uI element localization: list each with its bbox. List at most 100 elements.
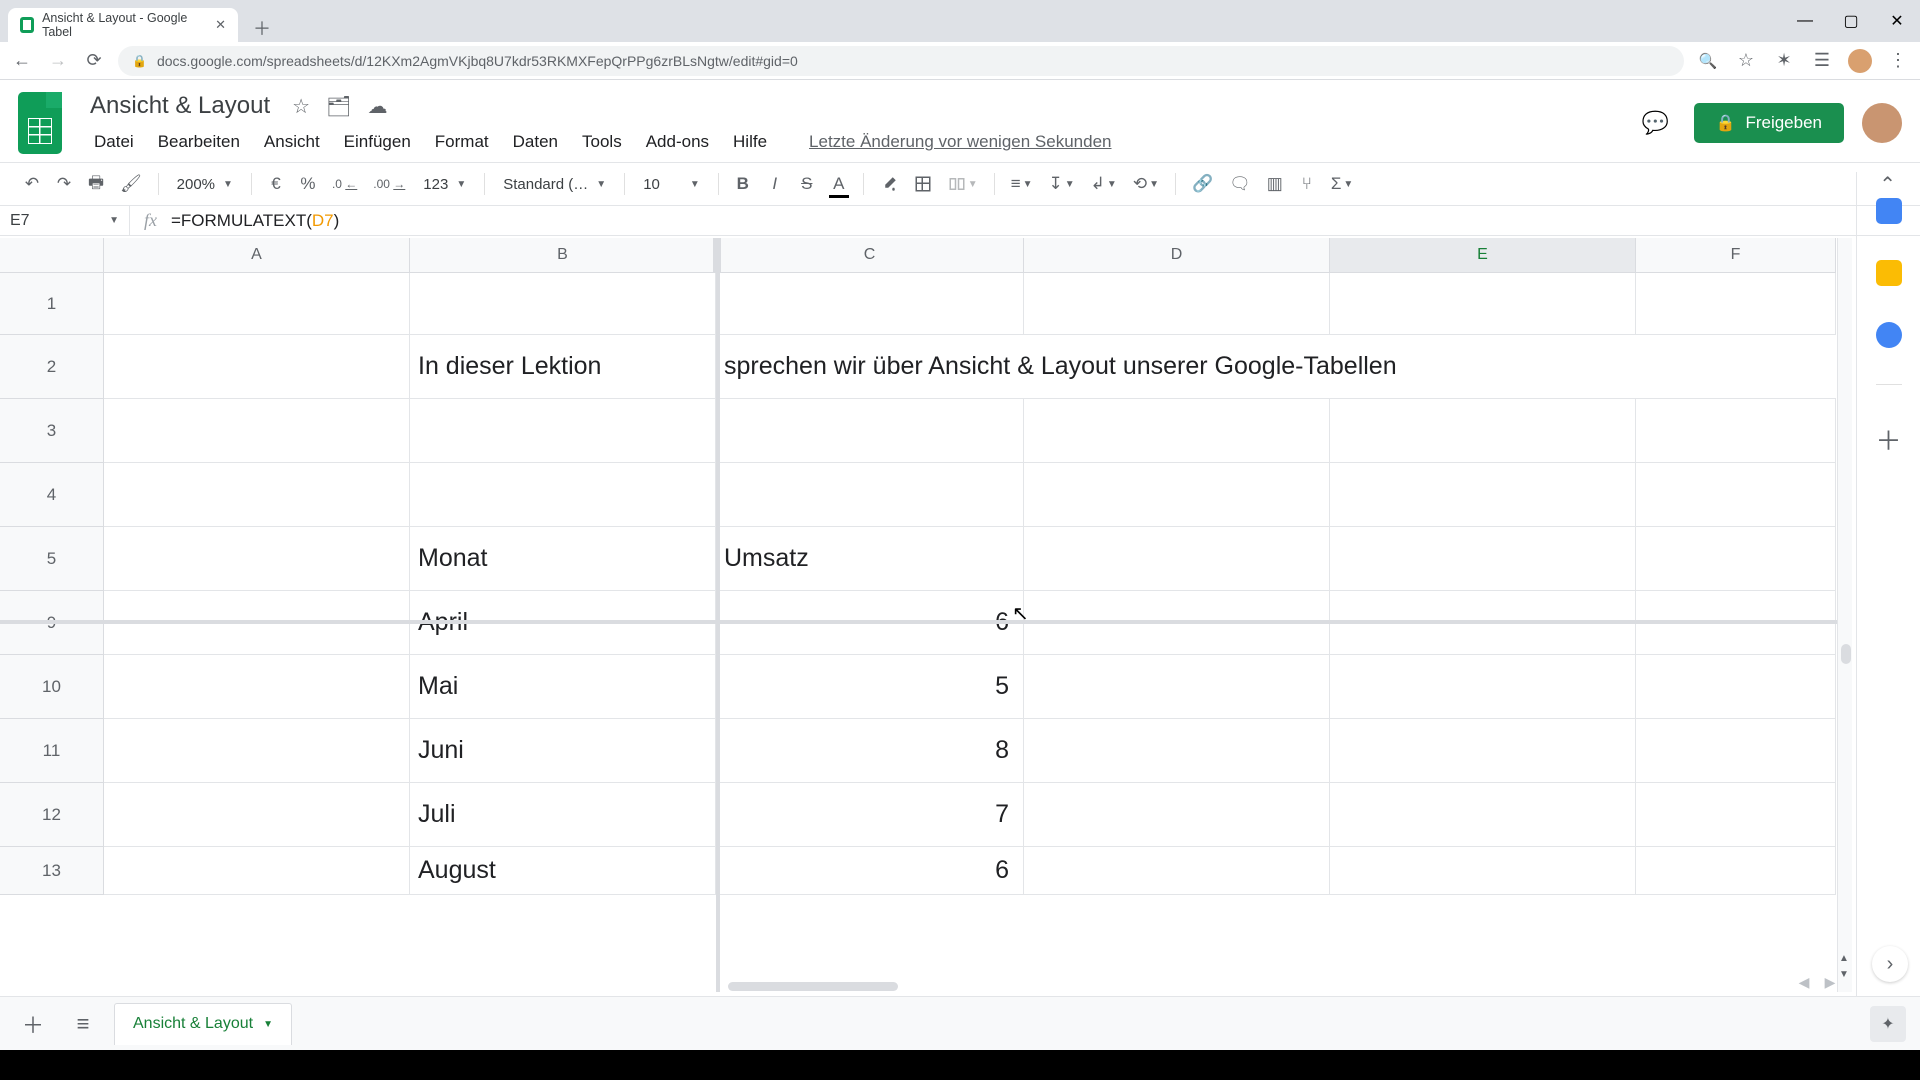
cell[interactable]: August (410, 847, 716, 895)
star-icon[interactable]: ☆ (292, 94, 310, 119)
spreadsheet-grid[interactable]: A B C D E F 1 2 In dieser Lektion sprech… (0, 238, 1852, 992)
cell[interactable] (1330, 719, 1636, 783)
browser-tab[interactable]: Ansicht & Layout - Google Tabel ✕ (8, 8, 238, 42)
col-header-f[interactable]: F (1636, 238, 1836, 273)
row-header[interactable]: 11 (0, 719, 104, 783)
sheet-tab[interactable]: Ansicht & Layout ▼ (114, 1003, 292, 1045)
cell[interactable] (1330, 273, 1636, 335)
cell[interactable] (104, 463, 410, 527)
v-scroll-track[interactable]: ▲ ▼ (1837, 238, 1852, 992)
font-size-select[interactable]: 10▼ (635, 176, 708, 193)
freeze-col-bar[interactable] (716, 273, 720, 992)
h-scroll-thumb[interactable] (728, 982, 898, 991)
row-header[interactable]: 12 (0, 783, 104, 847)
new-tab-button[interactable]: ＋ (248, 14, 276, 42)
paint-format-button[interactable]: 🖌 (114, 169, 148, 199)
cloud-status-icon[interactable]: ☁ (367, 94, 387, 119)
cell[interactable] (1636, 399, 1836, 463)
freeze-row-bar[interactable] (0, 620, 1852, 624)
v-align-button[interactable]: ↧▼ (1043, 169, 1081, 199)
col-header-a[interactable]: A (104, 238, 410, 273)
select-all-corner[interactable] (0, 238, 104, 273)
account-avatar-icon[interactable] (1862, 103, 1902, 143)
url-field[interactable]: 🔒 docs.google.com/spreadsheets/d/12KXm2A… (118, 46, 1684, 76)
cell[interactable] (410, 399, 716, 463)
comment-button[interactable]: 🗨 (1223, 169, 1257, 199)
row-header[interactable]: 2 (0, 335, 104, 399)
freeze-col-handle[interactable] (713, 238, 721, 273)
redo-button[interactable]: ↷ (50, 169, 78, 199)
close-tab-icon[interactable]: ✕ (215, 17, 226, 33)
sheet-next-icon[interactable]: ▶ (1820, 972, 1840, 992)
cell[interactable] (410, 273, 716, 335)
cell[interactable] (410, 463, 716, 527)
col-header-e[interactable]: E (1330, 238, 1636, 273)
font-select[interactable]: Standard (…▼ (495, 176, 614, 193)
cell[interactable] (1330, 399, 1636, 463)
cell[interactable] (1330, 463, 1636, 527)
menu-view[interactable]: Ansicht (254, 128, 330, 156)
sheets-logo-icon[interactable] (18, 92, 62, 154)
more-formats-select[interactable]: 123▼ (415, 176, 474, 193)
cell[interactable] (1024, 655, 1330, 719)
cell[interactable]: Umsatz (716, 527, 1024, 591)
menu-addons[interactable]: Add-ons (636, 128, 719, 156)
cell[interactable] (104, 273, 410, 335)
cell[interactable] (1636, 527, 1836, 591)
menu-format[interactable]: Format (425, 128, 499, 156)
percent-button[interactable]: % (294, 169, 322, 199)
back-button[interactable]: ← (10, 49, 34, 73)
menu-tools[interactable]: Tools (572, 128, 632, 156)
chart-button[interactable]: ▥ (1261, 169, 1289, 199)
formula-input[interactable]: =FORMULATEXT(D7) (171, 211, 339, 231)
cell[interactable] (104, 655, 410, 719)
cell[interactable] (1024, 719, 1330, 783)
minimize-button[interactable]: — (1782, 0, 1828, 42)
cell[interactable] (1024, 273, 1330, 335)
cell[interactable]: Mai (410, 655, 716, 719)
share-button[interactable]: 🔒 Freigeben (1694, 103, 1844, 143)
cell[interactable]: 6 (716, 847, 1024, 895)
cell[interactable] (1636, 783, 1836, 847)
cell[interactable] (716, 273, 1024, 335)
h-align-button[interactable]: ≡▼ (1005, 169, 1039, 199)
comments-icon[interactable]: 💬 (1636, 103, 1676, 143)
zoom-select[interactable]: 200%▼ (169, 176, 241, 193)
menu-file[interactable]: Datei (84, 128, 144, 156)
reload-button[interactable]: ⟳ (82, 49, 106, 73)
cell[interactable] (1024, 783, 1330, 847)
close-window-button[interactable]: ✕ (1874, 0, 1920, 42)
cell[interactable] (104, 783, 410, 847)
cell[interactable] (1024, 399, 1330, 463)
borders-button[interactable] (908, 169, 938, 199)
dec-increase-button[interactable]: .00 → (367, 169, 411, 199)
cell[interactable]: Juli (410, 783, 716, 847)
cell[interactable]: 7 (716, 783, 1024, 847)
cell[interactable] (104, 335, 410, 399)
cell[interactable] (1636, 273, 1836, 335)
cell[interactable] (716, 399, 1024, 463)
cell[interactable] (104, 847, 410, 895)
cell[interactable] (104, 527, 410, 591)
cell[interactable]: Monat (410, 527, 716, 591)
reading-list-icon[interactable]: ☰ (1810, 49, 1834, 73)
cell[interactable] (1330, 847, 1636, 895)
row-header[interactable]: 5 (0, 527, 104, 591)
sheet-prev-icon[interactable]: ◀ (1794, 972, 1814, 992)
side-panel-toggle[interactable]: › (1872, 946, 1908, 982)
strike-button[interactable]: S (793, 169, 821, 199)
filter-button[interactable]: ⑂ (1293, 169, 1321, 199)
zoom-icon[interactable]: 🔍 (1696, 49, 1720, 73)
cell[interactable] (716, 463, 1024, 527)
col-header-c[interactable]: C (716, 238, 1024, 273)
cell[interactable] (1636, 655, 1836, 719)
last-edit-link[interactable]: Letzte Änderung vor wenigen Sekunden (799, 128, 1121, 156)
menu-edit[interactable]: Bearbeiten (148, 128, 250, 156)
add-addon-icon[interactable]: ＋ (1875, 421, 1901, 458)
cell[interactable] (1024, 847, 1330, 895)
rotate-button[interactable]: ⟲▼ (1127, 169, 1165, 199)
all-sheets-button[interactable]: ≡ (64, 1005, 102, 1043)
row-header[interactable]: 13 (0, 847, 104, 895)
currency-button[interactable]: € (262, 169, 290, 199)
move-icon[interactable]: 🗂 (326, 94, 351, 119)
